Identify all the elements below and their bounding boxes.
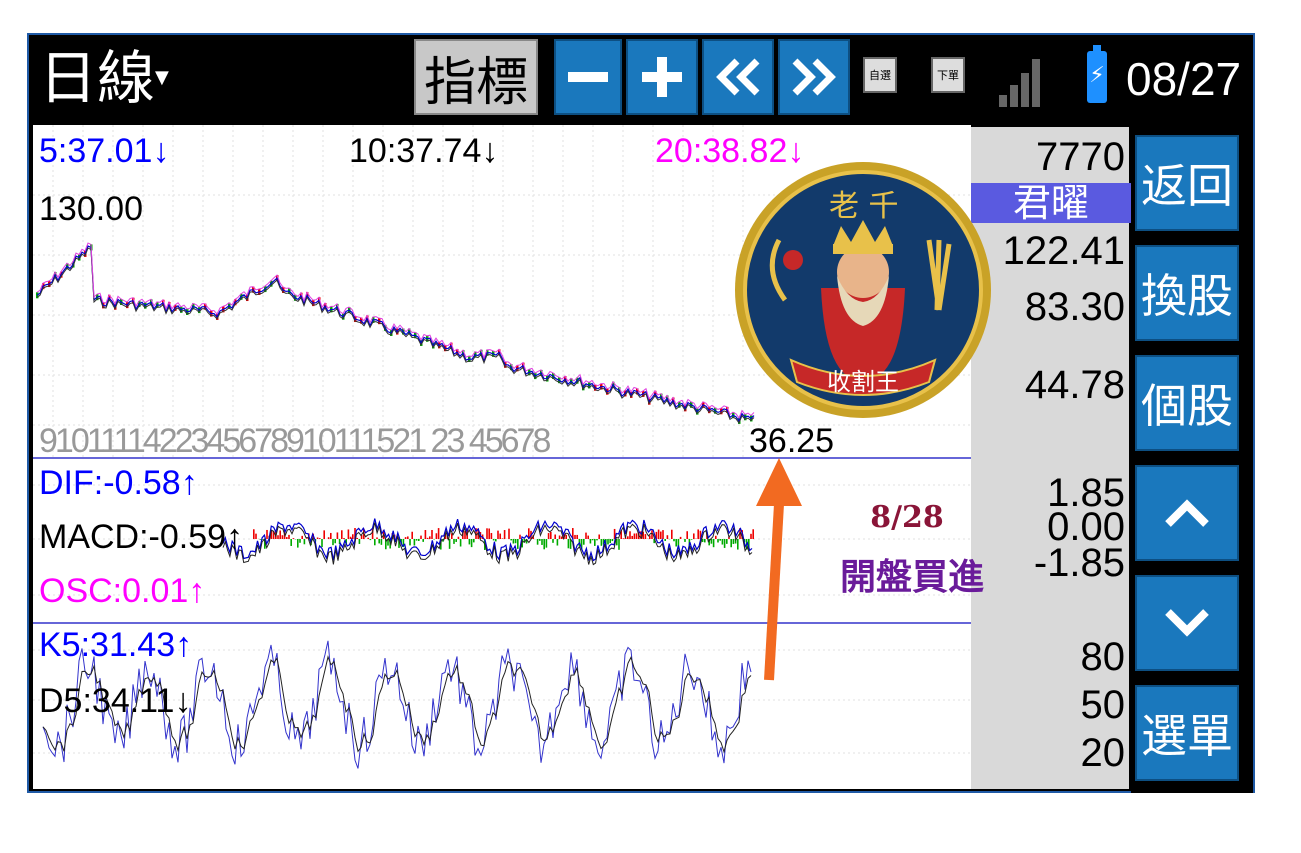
dropdown-caret-icon: ▼ xyxy=(155,67,169,88)
period-label: 日線 xyxy=(39,44,156,112)
osc-label: OSC:0.01↑ xyxy=(39,572,206,610)
macd-label: MACD:-0.59↑ xyxy=(39,518,244,556)
price-scale-high: 122.41 xyxy=(1002,229,1125,273)
app-window: 日線▼ 指標 自選 下單 ⚡ 08/27 5:37.01↓ 10:37.74↓ … xyxy=(27,33,1255,793)
chevron-up-icon xyxy=(1165,499,1209,527)
scroll-down-button[interactable] xyxy=(1135,575,1239,671)
ma10-label: 10:37.74↓ xyxy=(349,132,499,170)
zoom-out-button[interactable] xyxy=(554,39,622,115)
price-scale-mid: 83.30 xyxy=(1024,285,1125,329)
k-label: K5:31.43↑ xyxy=(39,626,193,664)
charging-bolt-icon: ⚡ xyxy=(1089,62,1105,87)
king-medal-logo: 老 千 收割王 xyxy=(733,160,993,425)
scroll-forward-button[interactable] xyxy=(778,39,850,115)
stock-name-badge: 君曜 xyxy=(971,183,1131,223)
minus-icon xyxy=(568,72,608,82)
chevron-down-icon xyxy=(1165,609,1209,637)
d-label: D5:34.11↓ xyxy=(39,682,192,720)
macd-scale-low: -1.85 xyxy=(1033,541,1125,585)
switch-stock-button[interactable]: 換股 xyxy=(1135,245,1239,341)
medal-top-text: 老 千 xyxy=(829,189,899,224)
kd-scale-80: 80 xyxy=(1080,635,1126,679)
side-button-column: 返回 換股 個股 選單 xyxy=(1131,125,1253,793)
period-selector[interactable]: 日線▼ xyxy=(39,43,169,113)
scroll-up-button[interactable] xyxy=(1135,465,1239,561)
double-chevron-left-icon xyxy=(716,58,760,96)
medal-bottom-text: 收割王 xyxy=(827,368,899,396)
date-display: 08/27 xyxy=(1126,53,1242,105)
signal-strength-icon xyxy=(999,59,1040,107)
plus-icon xyxy=(642,57,682,97)
dif-label: DIF:-0.58↑ xyxy=(39,464,198,502)
annotation-text: 開盤買進 xyxy=(839,557,984,598)
price-scale-low: 44.78 xyxy=(1024,363,1125,407)
annotation-date: 8/28 xyxy=(870,500,944,535)
back-button[interactable]: 返回 xyxy=(1135,135,1239,231)
scroll-back-button[interactable] xyxy=(702,39,774,115)
indicator-button[interactable]: 指標 xyxy=(414,39,538,115)
kd-scale-20: 20 xyxy=(1080,731,1126,775)
zoom-in-button[interactable] xyxy=(626,39,698,115)
ma5-label: 5:37.01↓ xyxy=(39,132,170,170)
kd-scale-50: 50 xyxy=(1080,683,1126,727)
order-icon[interactable]: 下單 xyxy=(931,57,965,93)
macd-scale-mid: 0.00 xyxy=(1047,505,1125,549)
month-tick-labels: 9101111422345678910111521 23 45678 xyxy=(39,422,551,460)
menu-button[interactable]: 選單 xyxy=(1135,685,1239,781)
single-stock-button[interactable]: 個股 xyxy=(1135,355,1239,451)
top-toolbar: 日線▼ 指標 自選 下單 ⚡ 08/27 xyxy=(29,35,1253,123)
double-chevron-right-icon xyxy=(792,58,836,96)
stock-code: 7770 xyxy=(1036,135,1125,179)
scale-column: 7770 122.41 83.30 44.78 1.85 0.00 -1.85 … xyxy=(971,127,1129,789)
price-top-value: 130.00 xyxy=(39,190,143,228)
buy-signal-arrow-icon xyxy=(756,458,802,681)
last-price-label: 36.25 xyxy=(749,422,835,460)
watchlist-icon[interactable]: 自選 xyxy=(863,57,897,93)
